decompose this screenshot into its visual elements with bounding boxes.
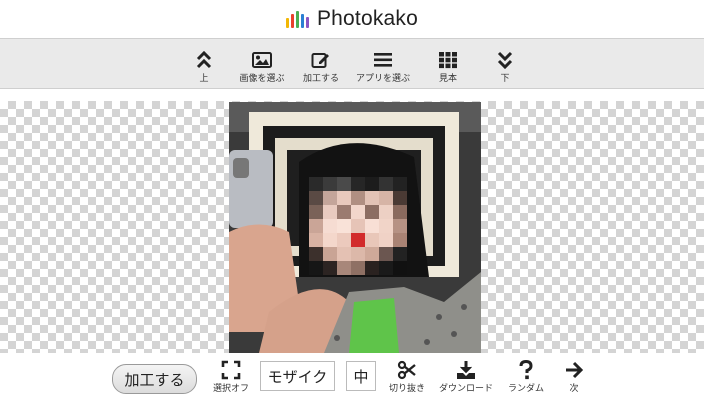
size-select[interactable]: 中	[346, 361, 376, 391]
scroll-top-button[interactable]: 上	[194, 39, 214, 89]
select-image-button[interactable]: 画像を選ぶ	[233, 39, 291, 89]
crop-label: 切り抜き	[388, 384, 425, 394]
tool-label: 加工する	[302, 74, 339, 84]
tool-label: 見本	[438, 74, 457, 84]
select-off-label: 選択オフ	[212, 384, 249, 394]
samples-button[interactable]: 見本	[436, 39, 460, 89]
mosaic-face	[309, 177, 407, 275]
process-tool-button[interactable]: 加工する	[298, 39, 344, 89]
edit-icon	[311, 53, 329, 68]
grid-icon	[439, 52, 457, 69]
download-icon	[457, 361, 475, 379]
bottom-toolbar: 加工する 選択オフ モザイク 中 切り抜き ダウンロード ランダム 次	[0, 356, 704, 403]
tool-label: 下	[500, 74, 510, 84]
next-label: 次	[569, 384, 579, 394]
expand-corners-icon	[221, 360, 241, 380]
app-title: Photokako	[316, 7, 419, 30]
next-button[interactable]: 次	[563, 360, 585, 394]
tool-label: 画像を選ぶ	[239, 74, 285, 84]
app-logo-icon	[285, 10, 309, 28]
image-icon	[252, 52, 272, 68]
random-label: ランダム	[507, 384, 544, 394]
double-chevron-up-icon	[196, 51, 212, 69]
process-button[interactable]: 加工する	[112, 364, 197, 394]
scissors-icon	[397, 360, 416, 380]
random-button[interactable]: ランダム	[505, 360, 547, 394]
arrow-right-icon	[566, 361, 584, 379]
scroll-bottom-button[interactable]: 下	[495, 39, 515, 89]
question-mark-icon	[519, 360, 533, 380]
list-icon	[374, 53, 392, 67]
mosaic-photo[interactable]	[229, 102, 481, 353]
select-off-button[interactable]: 選択オフ	[210, 360, 252, 394]
crop-button[interactable]: 切り抜き	[386, 360, 428, 394]
tool-label: アプリを選ぶ	[355, 74, 410, 84]
toolbar: 上 画像を選ぶ 加工する アプリを選ぶ 見本 下	[0, 39, 704, 89]
download-label: ダウンロード	[438, 384, 493, 394]
tool-label: 上	[199, 74, 209, 84]
double-chevron-down-icon	[497, 51, 513, 69]
select-app-button[interactable]: アプリを選ぶ	[352, 39, 414, 89]
effect-select[interactable]: モザイク	[260, 361, 335, 391]
app-header: Photokako	[0, 0, 704, 39]
download-button[interactable]: ダウンロード	[436, 360, 496, 394]
